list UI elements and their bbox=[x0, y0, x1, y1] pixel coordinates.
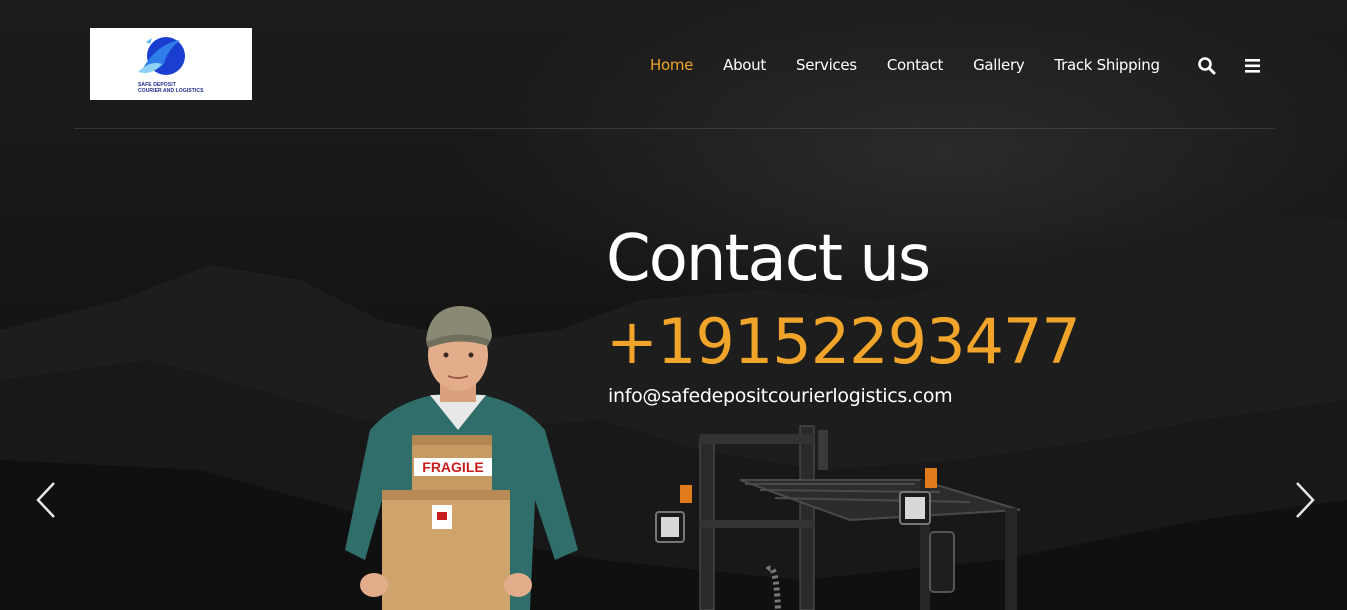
logo-text: SAFE DEPOSIT COURIER AND LOGISTICS bbox=[138, 82, 228, 94]
menu-icon[interactable] bbox=[1243, 56, 1263, 76]
chevron-right-icon[interactable] bbox=[1293, 480, 1317, 520]
fragile-label: FRAGILE bbox=[422, 459, 483, 475]
search-icon[interactable] bbox=[1197, 56, 1217, 76]
hero-title: Contact us bbox=[606, 222, 931, 296]
logo-wave-icon bbox=[138, 37, 185, 75]
site-logo[interactable]: SAFE DEPOSIT COURIER AND LOGISTICS bbox=[90, 28, 252, 100]
forklift-image bbox=[655, 425, 1021, 610]
nav-home[interactable]: Home bbox=[650, 56, 693, 74]
nav-services[interactable]: Services bbox=[796, 56, 857, 74]
hero-phone[interactable]: +19152293477 bbox=[606, 304, 1081, 380]
nav-gallery[interactable]: Gallery bbox=[973, 56, 1025, 74]
chevron-left-icon[interactable] bbox=[34, 480, 58, 520]
logo-line-2: COURIER AND LOGISTICS bbox=[138, 88, 204, 94]
courier-person-image: FRAGILE bbox=[345, 306, 578, 610]
nav-track-shipping[interactable]: Track Shipping bbox=[1054, 56, 1160, 74]
hero-email[interactable]: info@safedepositcourierlogistics.com bbox=[608, 383, 953, 409]
nav-contact[interactable]: Contact bbox=[887, 56, 944, 74]
main-nav: Home About Services Contact Gallery Trac… bbox=[650, 54, 1190, 76]
nav-about[interactable]: About bbox=[723, 56, 766, 74]
header-divider bbox=[74, 128, 1275, 129]
